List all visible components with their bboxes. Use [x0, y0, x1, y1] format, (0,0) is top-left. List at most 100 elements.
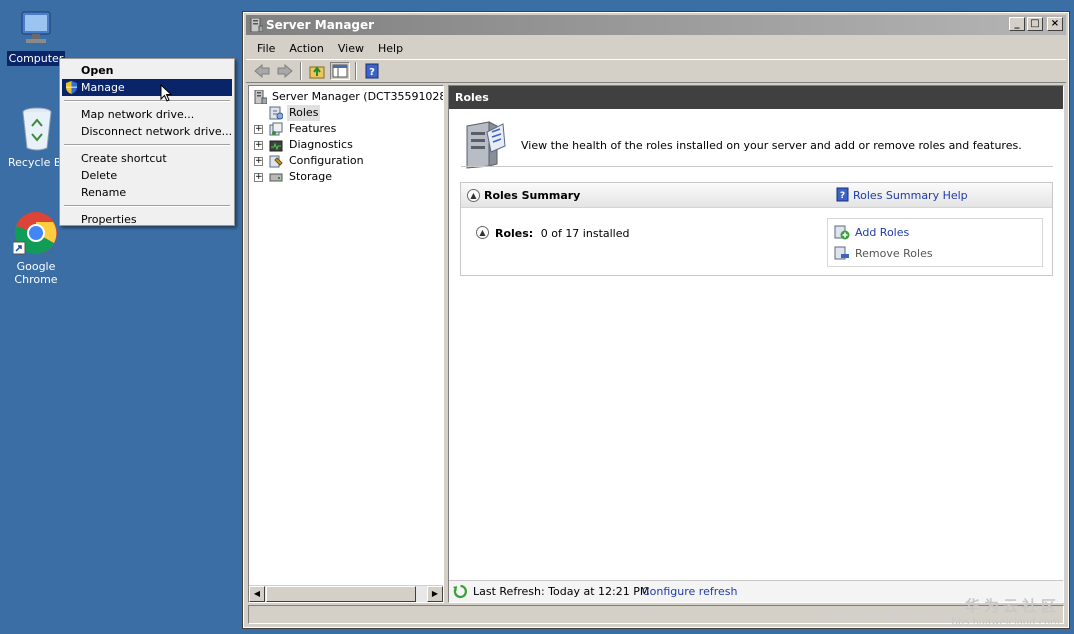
diagnostics-icon — [269, 138, 283, 152]
menu-item-label: Manage — [81, 81, 125, 94]
minimize-button[interactable]: _ — [1009, 17, 1025, 31]
computer-icon — [16, 8, 56, 48]
menu-bar: File Action View Help — [244, 37, 1068, 59]
huawei-watermark: 华为云社区 — [964, 597, 1060, 615]
configuration-icon — [269, 154, 283, 168]
toolbar-separator — [355, 62, 357, 80]
roles-server-icon — [461, 118, 507, 173]
menu-item-map-network-drive[interactable]: Map network drive... — [62, 106, 232, 123]
intro-text: View the health of the roles installed o… — [521, 139, 1022, 152]
menu-item-properties[interactable]: Properties — [62, 211, 232, 228]
roles-tasks-panel: Add Roles Remove Roles — [827, 218, 1043, 267]
back-arrow-icon — [254, 64, 270, 78]
add-roles-link[interactable]: Add Roles — [855, 226, 909, 239]
forward-button[interactable] — [275, 62, 295, 80]
chrome-icon — [12, 210, 59, 256]
remove-roles-link[interactable]: Remove Roles — [855, 247, 933, 260]
menu-action[interactable]: Action — [282, 40, 330, 57]
svg-text:?: ? — [840, 191, 845, 201]
svg-text:?: ? — [369, 67, 375, 78]
menu-item-open[interactable]: Open — [62, 62, 232, 79]
roles-summary-help-link[interactable]: Roles Summary Help — [853, 189, 968, 202]
menu-item-delete[interactable]: Delete — [62, 167, 232, 184]
tree-item-features[interactable]: + Features — [249, 121, 443, 137]
menu-item-create-shortcut[interactable]: Create shortcut — [62, 150, 232, 167]
forward-arrow-icon — [277, 64, 293, 78]
collapse-icon[interactable]: ▲ — [476, 226, 489, 239]
server-manager-window: Server Manager _ □ × File Action View He… — [242, 11, 1070, 629]
menu-item-rename[interactable]: Rename — [62, 184, 232, 201]
divider — [461, 166, 1053, 167]
roles-summary-title: Roles Summary — [484, 189, 581, 202]
refresh-icon — [453, 584, 468, 599]
menu-file[interactable]: File — [250, 40, 282, 57]
desktop-icon-computer[interactable]: Computer — [6, 8, 66, 66]
server-manager-icon — [250, 17, 264, 33]
configure-refresh-link[interactable]: Configure refresh — [642, 585, 737, 598]
roles-summary-header: ▲ Roles Summary ? Roles Summary Help — [461, 183, 1052, 208]
tree-horizontal-scrollbar[interactable]: ◀ ▶ — [249, 585, 443, 602]
scroll-thumb[interactable] — [266, 586, 416, 602]
roles-summary-section: ▲ Roles Summary ? Roles Summary Help ▲ R… — [460, 182, 1053, 276]
storage-icon — [269, 170, 283, 184]
tree-item-roles[interactable]: Roles — [249, 105, 443, 121]
context-menu: Open Manage Map network drive... Disconn… — [59, 58, 235, 226]
toolbar-separator — [300, 62, 302, 80]
tree-item-configuration[interactable]: + Configuration — [249, 153, 443, 169]
menu-separator — [64, 205, 230, 207]
tree-item-label: Diagnostics — [289, 138, 353, 151]
tree-item-storage[interactable]: + Storage — [249, 169, 443, 185]
help-button[interactable]: ? — [362, 62, 382, 80]
expand-icon[interactable]: + — [254, 141, 263, 150]
back-button[interactable] — [252, 62, 272, 80]
menu-help[interactable]: Help — [371, 40, 410, 57]
last-refresh-text: Last Refresh: Today at 12:21 PM — [473, 585, 650, 598]
maximize-button[interactable]: □ — [1027, 17, 1043, 31]
menu-separator — [64, 100, 230, 102]
collapse-icon[interactable]: ▲ — [467, 189, 480, 202]
desktop-icon-chrome[interactable]: Google Chrome — [6, 210, 66, 287]
tree-root[interactable]: Server Manager (DCT35591028-IDi — [249, 89, 443, 105]
up-level-button[interactable] — [307, 62, 327, 80]
expand-icon[interactable]: + — [254, 173, 263, 182]
roles-pane: Roles View the health of the roles insta… — [448, 85, 1064, 603]
menu-view[interactable]: View — [331, 40, 371, 57]
window-title: Server Manager — [266, 18, 375, 32]
desktop-icon-label: Google Chrome — [14, 260, 58, 286]
menu-item-disconnect-network-drive[interactable]: Disconnect network drive... — [62, 123, 232, 140]
huawei-url-watermark: bbs.huaweicloud.com — [951, 617, 1060, 628]
recycle-bin-icon — [17, 106, 57, 152]
roles-count: Roles: 0 of 17 installed — [495, 227, 629, 240]
tree-item-diagnostics[interactable]: + Diagnostics — [249, 137, 443, 153]
expand-icon[interactable]: + — [254, 125, 263, 134]
help-icon: ? — [836, 187, 849, 202]
mouse-cursor-icon — [160, 84, 172, 102]
console-tree: Server Manager (DCT35591028-IDi Roles + … — [248, 85, 444, 603]
title-bar[interactable]: Server Manager _ □ × — [246, 15, 1066, 35]
roles-value: 0 of 17 installed — [540, 227, 630, 240]
add-roles-icon — [834, 225, 850, 240]
remove-roles-icon — [834, 246, 850, 261]
help-book-icon: ? — [365, 63, 379, 79]
menu-item-manage[interactable]: Manage — [62, 79, 232, 96]
folder-up-icon — [309, 66, 325, 79]
expand-icon[interactable]: + — [254, 157, 263, 166]
desktop-icon-label: Computer — [6, 51, 66, 66]
scroll-left-button[interactable]: ◀ — [249, 586, 265, 602]
uac-shield-icon — [65, 81, 78, 94]
pane-header: Roles — [449, 86, 1063, 109]
tree-item-label: Configuration — [289, 154, 364, 167]
tree-item-label: Roles — [287, 105, 321, 121]
features-icon — [269, 122, 283, 136]
roles-icon — [269, 106, 284, 120]
console-tree-icon — [332, 64, 348, 78]
show-hide-console-tree-button[interactable] — [330, 62, 350, 80]
tree-root-label: Server Manager (DCT35591028-IDi — [272, 90, 443, 103]
scroll-right-button[interactable]: ▶ — [427, 586, 443, 602]
toolbar: ? — [246, 59, 1066, 83]
server-manager-icon — [253, 89, 268, 105]
roles-label: Roles: — [495, 227, 534, 240]
close-button[interactable]: × — [1047, 17, 1063, 31]
tree-item-label: Features — [289, 122, 337, 135]
menu-separator — [64, 144, 230, 146]
